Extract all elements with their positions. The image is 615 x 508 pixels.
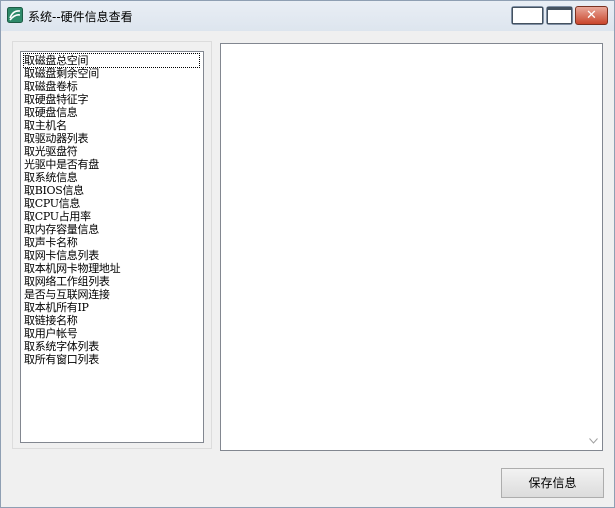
list-item[interactable]: 取系统信息 [24,171,78,184]
close-button[interactable]: ✕ [575,6,608,25]
info-output-textarea[interactable] [220,43,603,451]
list-item[interactable]: 取硬盘信息 [24,106,78,119]
list-item[interactable]: 取声卡名称 [24,236,78,249]
list-item[interactable]: 取光驱盘符 [24,145,78,158]
list-item[interactable]: 取本机网卡物理地址 [24,262,121,275]
list-item[interactable]: 取网卡信息列表 [24,249,99,262]
app-icon [7,7,23,23]
list-item[interactable]: 光驱中是否有盘 [24,158,99,171]
list-item[interactable]: 取磁盘总空间 [23,53,200,68]
list-item[interactable]: 取CPU信息 [24,197,80,210]
main-window: 系统--硬件信息查看 ✕ 取磁盘总空间 取磁盘剩余空间 取磁盘卷标 取硬盘特征字 取硬盘… [0,0,615,508]
list-item[interactable]: 取磁盘卷标 [24,80,78,93]
function-listbox[interactable]: 取磁盘总空间 取磁盘剩余空间 取磁盘卷标 取硬盘特征字 取硬盘信息 取主机名 取驱动器列表取… [20,51,204,443]
list-item[interactable]: 取网络工作组列表 [24,275,110,288]
list-item[interactable]: 是否与互联网连接 [24,288,110,301]
list-item[interactable]: 取系统字体列表 [24,340,99,353]
list-item[interactable]: 取BIOS信息 [24,184,84,197]
list-item[interactable]: 取本机所有IP [24,301,89,314]
list-item[interactable]: 取驱动器列表 [24,132,89,145]
save-info-button[interactable]: 保存信息 [501,468,604,498]
list-item[interactable]: 取硬盘特征字 [24,93,89,106]
minimize-button[interactable] [511,6,544,25]
minimize-icon [512,7,543,24]
scroll-down-icon[interactable] [589,438,598,444]
list-item[interactable]: 取用户帐号 [24,327,78,340]
title-bar[interactable]: 系统--硬件信息查看 ✕ [1,1,614,31]
maximize-icon [547,7,572,24]
window-title: 系统--硬件信息查看 [28,10,133,24]
list-item[interactable]: 取链接名称 [24,314,78,327]
list-item[interactable]: 取CPU占用率 [24,210,91,223]
close-icon: ✕ [586,8,597,23]
list-item[interactable]: 取内存容量信息 [24,223,99,236]
list-item[interactable]: 取磁盘剩余空间 [24,67,99,80]
list-item[interactable]: 取主机名 [24,119,67,132]
list-item[interactable]: 取所有窗口列表 [24,353,99,366]
maximize-button[interactable] [546,6,573,25]
